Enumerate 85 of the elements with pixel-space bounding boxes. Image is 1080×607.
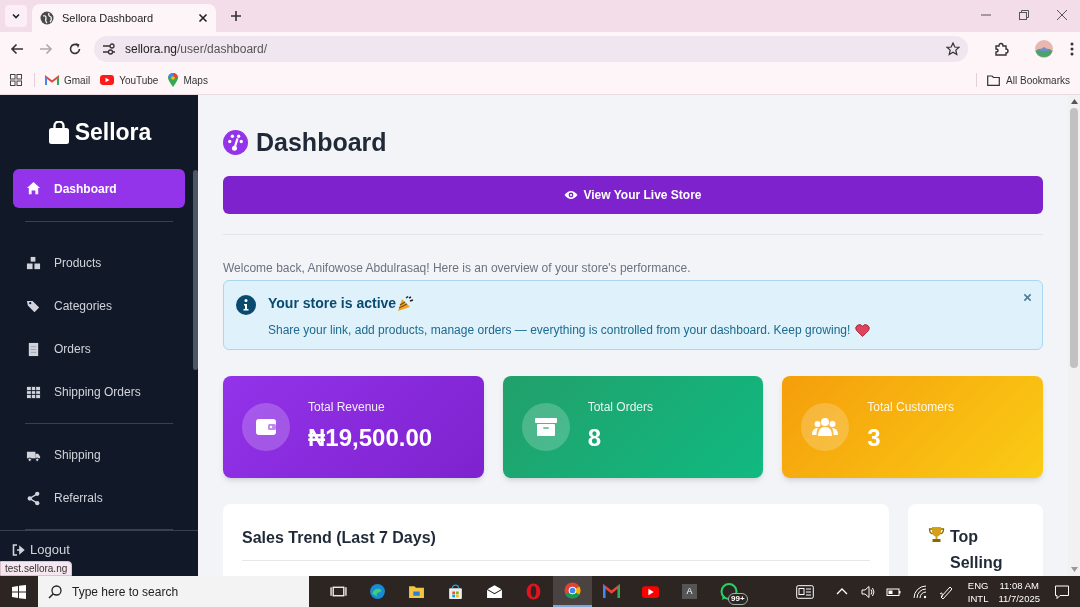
party-popper-icon [397,295,415,312]
mail-logo-icon[interactable] [603,583,620,600]
receipt-icon [26,341,41,357]
ring-logo-icon[interactable] [525,583,542,600]
more-options-icon[interactable] [1070,42,1074,56]
shopping-bag-icon [48,120,69,144]
tab-title: Sellora Dashboard [62,10,155,26]
stat-label: Total Revenue [308,398,386,416]
apps-grid-icon[interactable] [10,74,22,86]
sign-out-icon [12,544,26,557]
scrollbar-thumb[interactable] [1070,108,1078,368]
card-title: Top Selling [950,527,1004,573]
logout-link[interactable]: Logout [12,540,70,560]
browser-tab[interactable]: Sellora Dashboard [32,4,216,32]
address-bar[interactable]: sellora.ng/user/dashboard/ [94,36,968,62]
bookmark-link[interactable]: Gmail [45,72,91,88]
taskbar-clock[interactable]: 11:08 AM 11/7/2025 [998,578,1040,605]
site-settings-icon [102,42,116,56]
map-pin-icon [168,73,179,87]
grid-icon [26,384,41,400]
back-arrow-icon[interactable] [10,42,24,56]
link-status-bubble: test.sellora.ng [0,561,73,576]
close-icon[interactable] [198,13,208,23]
taskbar-search-field[interactable]: Type here to search [38,576,309,607]
bookmark-link[interactable]: YouTube [100,72,159,88]
alert-title: Your store is active [268,294,397,314]
globe-icon [40,11,54,25]
heart-icon [855,323,871,337]
sidebar-nav-item[interactable]: Shipping [13,439,185,472]
stat-label: Total Customers [867,398,955,416]
new-tab-icon[interactable] [230,10,242,22]
all-bookmarks-link[interactable]: All Bookmarks [987,72,1070,88]
folder-icon[interactable] [408,583,425,600]
chrome-logo-icon[interactable] [564,582,581,599]
play-logo-icon [100,75,115,85]
card-title: Sales Trend (Last 7 Days) [242,528,437,548]
welcome-text: Welcome back, Anifowose Abdulrasaq! Here is an overview of your store's performance. [223,261,692,276]
stat-label: Total Orders [587,398,653,416]
puzzle-piece-icon[interactable] [994,41,1009,57]
scrollbar-thumb[interactable] [193,170,198,370]
gauge-icon [223,130,248,156]
page-title: Dashboard [256,127,387,158]
news-widget-icon[interactable] [795,584,814,599]
folder-icon [987,74,1001,86]
sidebar-nav-item[interactable]: Products [13,247,185,280]
input-language-indicator[interactable]: ENG INTL [967,578,989,605]
search-icon [48,584,62,599]
alert-message: Share your link, add products, manage orders — everything is controlled from your dashboard. Keep growing! [268,322,851,340]
tab-list-button[interactable] [5,5,27,27]
tag-icon [26,298,41,314]
info-icon [236,295,256,316]
stat-value: ₦19,500.00 [308,424,433,451]
boxes-icon [26,255,41,271]
browser-swirl-icon[interactable] [369,583,386,600]
notification-center-icon[interactable] [1054,583,1070,600]
scroll-up-icon[interactable] [1070,99,1078,104]
play-logo-icon[interactable] [642,583,659,600]
sidebar-nav-item[interactable]: Dashboard [13,169,185,209]
url-text: sellora.ng/user/dashboard/ [125,41,269,58]
reload-icon[interactable] [68,42,82,56]
mail-logo-icon [45,74,59,86]
restore-icon[interactable] [1018,9,1030,21]
speaker-icon[interactable] [859,583,876,600]
star-icon[interactable] [946,42,960,56]
house-icon [26,181,41,197]
wifi-signal-icon[interactable] [911,583,928,600]
envelope-icon[interactable] [486,583,503,600]
store-bag-icon[interactable] [447,583,464,600]
sidebar-nav-item[interactable]: Referrals [13,482,185,515]
stat-value: 3 [867,424,882,451]
share-icon [26,490,41,506]
windows-start-icon[interactable] [12,584,26,599]
notification-badge: 99+ [728,593,748,605]
profile-avatar-icon[interactable] [1035,40,1053,58]
chevron-down-icon [11,11,21,21]
brand-name: Sellora [74,117,152,147]
bookmark-link[interactable]: Maps [168,72,208,88]
eye-icon [564,189,579,200]
view-store-button[interactable]: View Your Live Store [223,175,1043,214]
sidebar-nav-item[interactable]: Shipping Orders [13,376,185,409]
sidebar-nav-item[interactable]: Orders [13,333,185,366]
trophy-icon [928,526,945,543]
app-icon[interactable]: A [682,584,697,599]
sidebar-nav-item[interactable]: Categories [13,290,185,323]
stat-value: 8 [587,424,602,451]
